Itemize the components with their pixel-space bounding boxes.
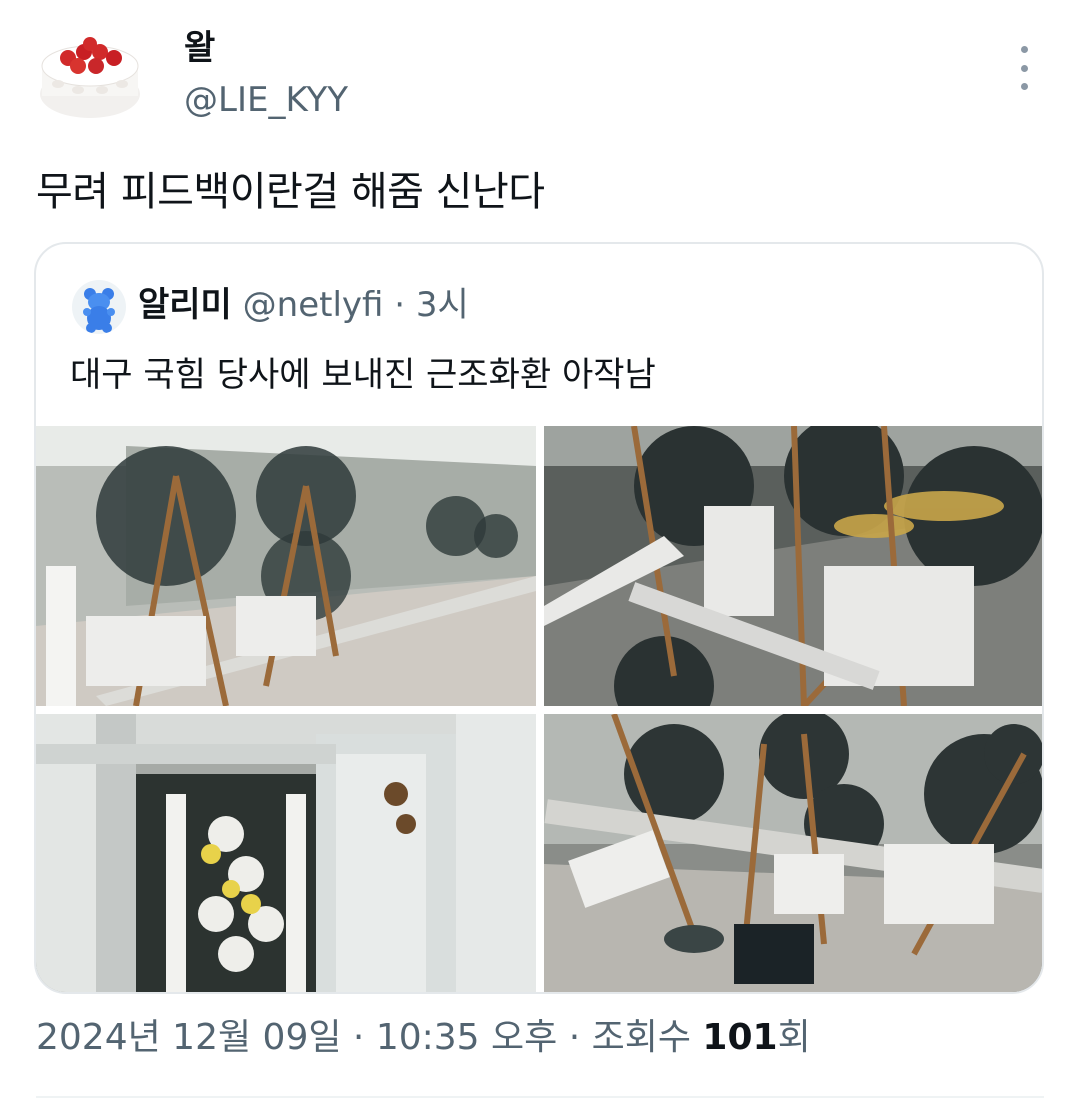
avatar[interactable]: [38, 30, 142, 126]
separator: ·: [557, 1017, 592, 1058]
tweet-text: 무려 피드백이란걸 해줌 신난다: [36, 169, 545, 215]
tweet-date[interactable]: 2024년 12월 09일: [36, 1017, 341, 1058]
photo-3[interactable]: [36, 714, 536, 992]
views-count: 101: [702, 1017, 778, 1058]
views-suffix: 회: [777, 1017, 811, 1058]
photo-1[interactable]: [36, 426, 536, 706]
strawberry-cake-icon: [40, 37, 140, 118]
quoted-handle[interactable]: @netlyfi: [243, 285, 384, 325]
quoted-header: 알리미 @netlyfi · 3시: [138, 282, 469, 328]
quoted-tweet[interactable]: 알리미 @netlyfi · 3시 대구 국힘 당사에 보내진 근조화환 아작남: [34, 242, 1044, 994]
more-options-icon[interactable]: [1004, 46, 1044, 90]
gummy-bear-icon: [83, 288, 115, 333]
tweet-time[interactable]: 10:35 오후: [376, 1017, 557, 1058]
separator: ·: [341, 1017, 376, 1058]
dot: [1020, 46, 1028, 53]
quoted-display-name[interactable]: 알리미: [138, 285, 232, 325]
photo-grid: [36, 426, 1042, 992]
photo-2[interactable]: [544, 426, 1042, 706]
dot: [1020, 83, 1028, 90]
quoted-text: 대구 국힘 당사에 보내진 근조화환 아작남: [70, 355, 656, 395]
display-name[interactable]: 왈: [184, 28, 215, 68]
dot: [1020, 64, 1028, 72]
handle[interactable]: @LIE_KYY: [184, 80, 348, 120]
divider: [36, 1096, 1044, 1098]
photo-4[interactable]: [544, 714, 1042, 992]
views-label: 조회수: [591, 1017, 703, 1058]
tweet-meta: 2024년 12월 09일 · 10:35 오후 · 조회수 101회: [36, 1014, 811, 1062]
quoted-avatar[interactable]: [72, 280, 126, 334]
quoted-time: · 3시: [394, 285, 469, 325]
